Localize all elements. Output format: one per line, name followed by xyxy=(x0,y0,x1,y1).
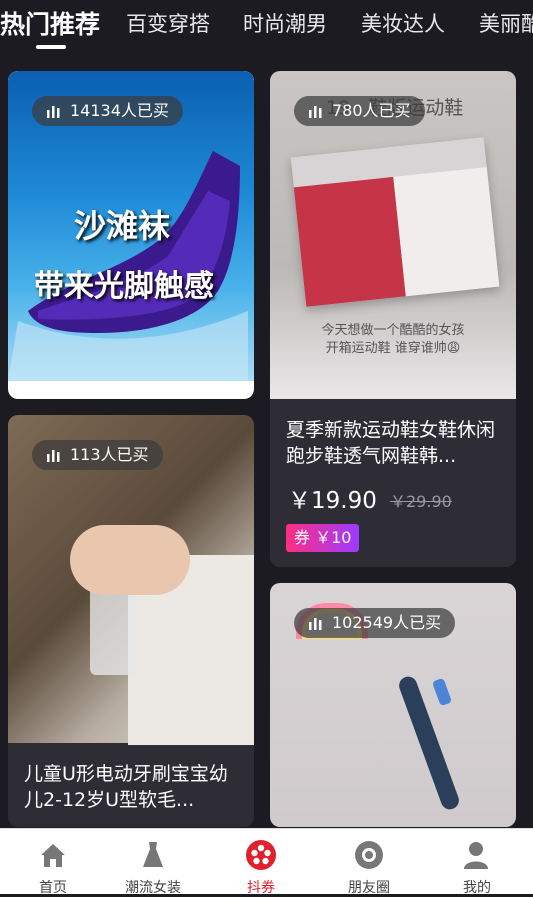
sold-count: 780人已买 xyxy=(332,101,411,120)
sold-count: 14134人已买 xyxy=(70,101,169,120)
toothbrush-head xyxy=(431,677,453,707)
product-price: ￥19.90 xyxy=(288,488,377,514)
home-icon xyxy=(41,844,65,867)
hand xyxy=(70,525,190,595)
sold-count: 102549人已买 xyxy=(332,613,442,632)
coupon-badge[interactable]: 券 ￥10 xyxy=(286,524,360,552)
cup xyxy=(90,585,136,675)
nav-profile-label: 我的 xyxy=(463,880,491,896)
image-caption-line-1: 今天想做一个酷酷的女孩 xyxy=(321,323,465,338)
product-card-toothbrush[interactable]: 113人已买 儿童U形电动牙刷宝宝幼儿2-12岁U型软毛... xyxy=(8,415,254,827)
shoebox-red-panel xyxy=(293,176,406,307)
sold-count-badge: 14134人已买 xyxy=(32,96,183,126)
product-title: 夏季新款运动鞋女鞋休闲跑步鞋透气网鞋韩... xyxy=(286,419,496,467)
nav-home[interactable]: 首页 xyxy=(0,829,106,896)
shoebox xyxy=(290,137,500,307)
nav-home-label: 首页 xyxy=(39,880,67,896)
shoebox-lid xyxy=(393,167,500,297)
camera-aperture-icon xyxy=(355,841,383,869)
image-caption-line-2: 开箱运动鞋 谁穿谁帅😩 xyxy=(325,341,461,356)
tab-outfits[interactable]: 百变穿搭 xyxy=(126,8,210,38)
nav-women-fashion-label: 潮流女装 xyxy=(125,880,181,896)
toothbrush xyxy=(396,674,462,812)
sold-count-badge: 102549人已买 xyxy=(294,608,456,638)
sold-count: 113人已买 xyxy=(70,445,149,464)
tab-makeup[interactable]: 美妆达人 xyxy=(361,8,445,38)
nav-moments-label: 朋友圈 xyxy=(348,880,390,896)
product-card-sneakers[interactable]: 19 · 鞋版运动鞋 今天想做一个酷酷的女孩 开箱运动鞋 谁穿谁帅😩 780人已… xyxy=(270,71,516,567)
tab-beauty-cool[interactable]: 美丽酷 xyxy=(479,8,533,38)
bar-chart-icon xyxy=(309,106,322,118)
nav-women-fashion[interactable]: 潮流女装 xyxy=(100,829,206,896)
sold-count-badge: 780人已买 xyxy=(294,96,425,126)
image-text-line-1: 沙滩袜 xyxy=(74,207,171,245)
product-card-electric-toothbrush[interactable]: 102549人已买 xyxy=(270,583,516,827)
bottom-navigation: 首页 潮流女装 抖券 朋友圈 我的 xyxy=(0,828,533,896)
nav-moments[interactable]: 朋友圈 xyxy=(316,829,422,896)
nav-coupon-label: 抖券 xyxy=(247,880,275,896)
tab-hot-recommend[interactable]: 热门推荐 xyxy=(0,5,100,41)
original-price: ￥29.90 xyxy=(390,492,452,511)
image-text-line-2: 带来光脚触感 xyxy=(34,269,214,304)
bar-chart-icon xyxy=(309,618,322,630)
category-tabs: 热门推荐 百变穿搭 时尚潮男 美妆达人 美丽酷 xyxy=(0,0,533,56)
bar-chart-icon xyxy=(47,450,60,462)
tab-fashion-men[interactable]: 时尚潮男 xyxy=(243,8,327,38)
sold-count-badge: 113人已买 xyxy=(32,440,163,470)
film-reel-icon xyxy=(246,840,276,870)
nav-coupon[interactable]: 抖券 xyxy=(208,829,314,896)
bar-chart-icon xyxy=(47,106,60,118)
user-icon xyxy=(464,842,488,869)
product-title: 儿童U形电动牙刷宝宝幼儿2-12岁U型软毛... xyxy=(24,763,228,811)
nav-profile[interactable]: 我的 xyxy=(424,829,530,896)
dress-icon xyxy=(143,842,163,867)
active-tab-indicator xyxy=(36,45,66,49)
product-card-beach-socks[interactable]: 沙滩袜 带来光脚触感 14134人已买 xyxy=(8,71,254,399)
